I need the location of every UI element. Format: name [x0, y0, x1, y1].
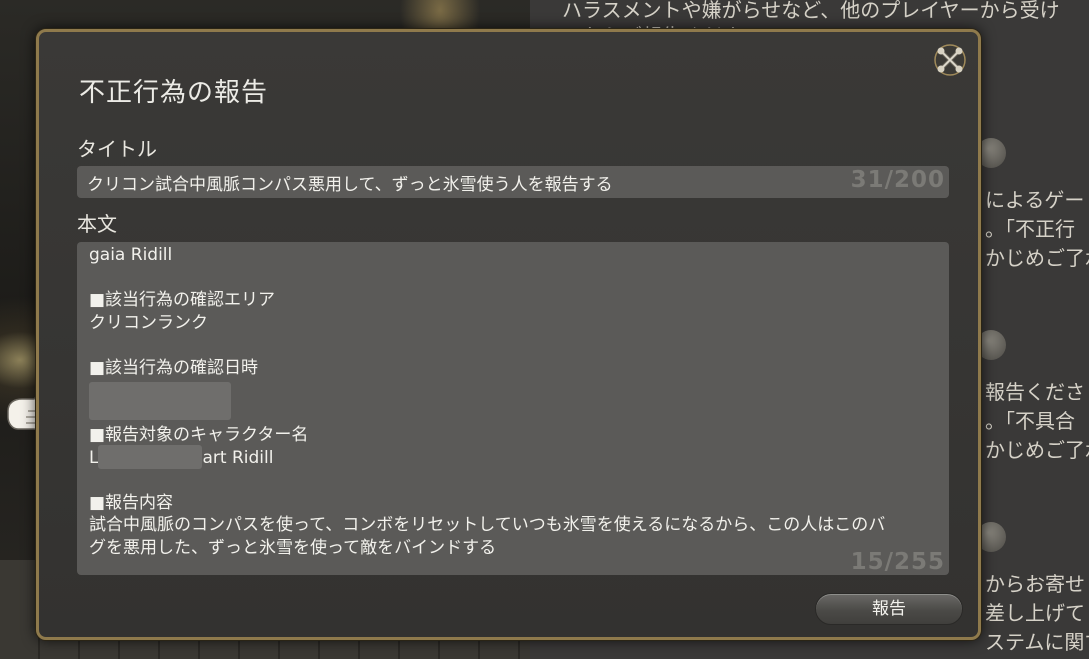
background-text: 。「不具合: [985, 409, 1075, 433]
body-line: クリコンランク: [89, 312, 208, 333]
title-char-counter: 31/200: [850, 167, 945, 193]
title-field-label: タイトル: [77, 137, 157, 161]
character-name-prefix: L: [89, 447, 99, 468]
body-line-empty: [89, 469, 937, 492]
body-line: ■該当行為の確認日時: [89, 357, 259, 378]
title-input[interactable]: クリコン試合中風脈コンパス悪用して、ずっと氷雪使う人を報告する 31/200: [77, 166, 949, 198]
body-line-empty: [89, 334, 937, 357]
character-name-suffix: art Ridill: [202, 447, 274, 468]
redacted-datetime: [89, 379, 937, 424]
report-button[interactable]: 報告: [815, 593, 963, 625]
body-textarea[interactable]: gaia Ridill ■該当行為の確認エリア クリコンランク ■該当行為の確認…: [77, 242, 949, 575]
redacted-block: [89, 382, 231, 420]
character-name-line: Lart Ridill: [89, 444, 937, 470]
body-line-empty: [89, 267, 937, 290]
body-line: ■報告内容: [89, 492, 174, 513]
background-text: 報告くださ: [985, 380, 1085, 404]
background-text: ステムに関す: [985, 630, 1089, 654]
body-line: gaia Ridill: [89, 245, 173, 265]
dialog-title: 不正行為の報告: [79, 78, 269, 108]
redacted-block: [98, 444, 203, 469]
body-line: 試合中風脈のコンパスを使って、コンボをリセットしていつも氷雪を使えるになるから、…: [89, 515, 886, 535]
body-line: ■報告対象のキャラクター名: [89, 425, 309, 445]
title-input-value: クリコン試合中風脈コンパス悪用して、ずっと氷雪使う人を報告する: [87, 175, 613, 195]
background-text: かじめご了承: [985, 438, 1089, 462]
background-text: からお寄せ: [985, 572, 1085, 596]
background-text: かじめご了承: [985, 246, 1089, 270]
body-line: グを悪用した、ずっと氷雪を使って敵をバインドする: [89, 537, 497, 558]
background-text: によるゲー: [985, 188, 1085, 212]
body-char-counter: 15/255: [850, 548, 945, 575]
report-dialog: 不正行為の報告 タイトル クリコン試合中風脈コンパス悪用して、ずっと氷雪使う人を…: [36, 29, 981, 640]
background-text: 。「不正行: [985, 217, 1075, 241]
body-field-label: 本文: [77, 212, 117, 236]
background-text: 差し上げて: [985, 601, 1085, 625]
close-icon[interactable]: [932, 42, 968, 78]
body-line: ■該当行為の確認エリア: [89, 290, 276, 310]
